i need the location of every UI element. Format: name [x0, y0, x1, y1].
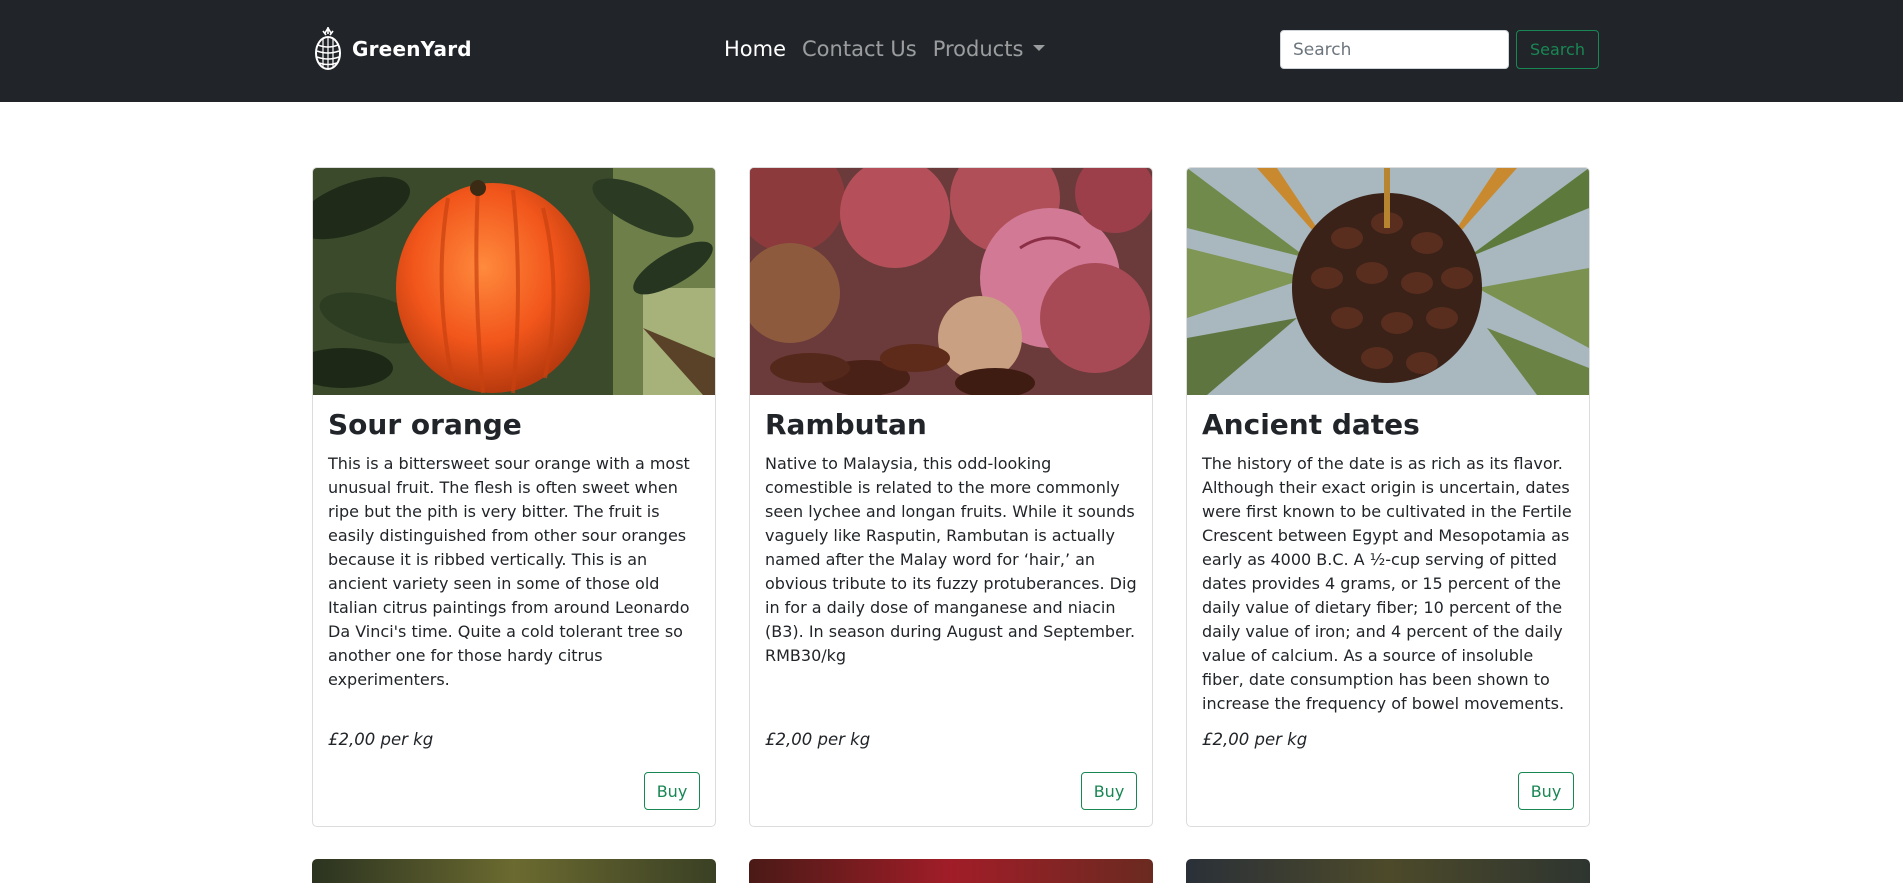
- product-title: Sour orange: [328, 408, 522, 441]
- sour-orange-image: [313, 168, 715, 395]
- product-card-next-row-1: [312, 859, 716, 883]
- brand-link[interactable]: GreenYard: [313, 27, 472, 71]
- product-price: £2,00 per kg: [1202, 730, 1308, 749]
- product-description: The history of the date is as rich as it…: [1202, 454, 1572, 713]
- nav-products-label: Products: [932, 37, 1024, 61]
- product-description: This is a bittersweet sour orange with a…: [328, 454, 690, 689]
- brand-name: GreenYard: [352, 37, 472, 61]
- product-price: £2,00 per kg: [765, 730, 871, 749]
- pineapple-logo-icon: [315, 27, 341, 70]
- main-nav: Home Contact Us Products: [724, 34, 1061, 64]
- product-card-next-row-2: [749, 859, 1153, 883]
- product-title: Rambutan: [765, 408, 927, 441]
- product-card-ancient-dates: Ancient dates The history of the date is…: [1186, 167, 1590, 827]
- nav-contact-us[interactable]: Contact Us: [802, 37, 917, 61]
- top-navbar: GreenYard Home Contact Us Products Searc…: [0, 0, 1903, 102]
- rambutan-image: [750, 168, 1152, 395]
- product-price: £2,00 per kg: [328, 730, 434, 749]
- product-description: Native to Malaysia, this odd-looking com…: [765, 454, 1137, 665]
- buy-button[interactable]: Buy: [1518, 772, 1574, 810]
- caret-down-icon: [1033, 45, 1046, 51]
- product-title: Ancient dates: [1202, 408, 1420, 441]
- product-card-rambutan: Rambutan Native to Malaysia, this odd-lo…: [749, 167, 1153, 827]
- search-button[interactable]: Search: [1516, 30, 1599, 69]
- nav-home[interactable]: Home: [724, 37, 786, 61]
- ancient-dates-image: [1187, 168, 1589, 395]
- product-card-sour-orange: Sour orange This is a bittersweet sour o…: [312, 167, 716, 827]
- search-input[interactable]: [1280, 30, 1509, 69]
- buy-button[interactable]: Buy: [644, 772, 700, 810]
- buy-button[interactable]: Buy: [1081, 772, 1137, 810]
- product-card-next-row-3: [1186, 859, 1590, 883]
- nav-products-dropdown[interactable]: Products: [933, 37, 1046, 61]
